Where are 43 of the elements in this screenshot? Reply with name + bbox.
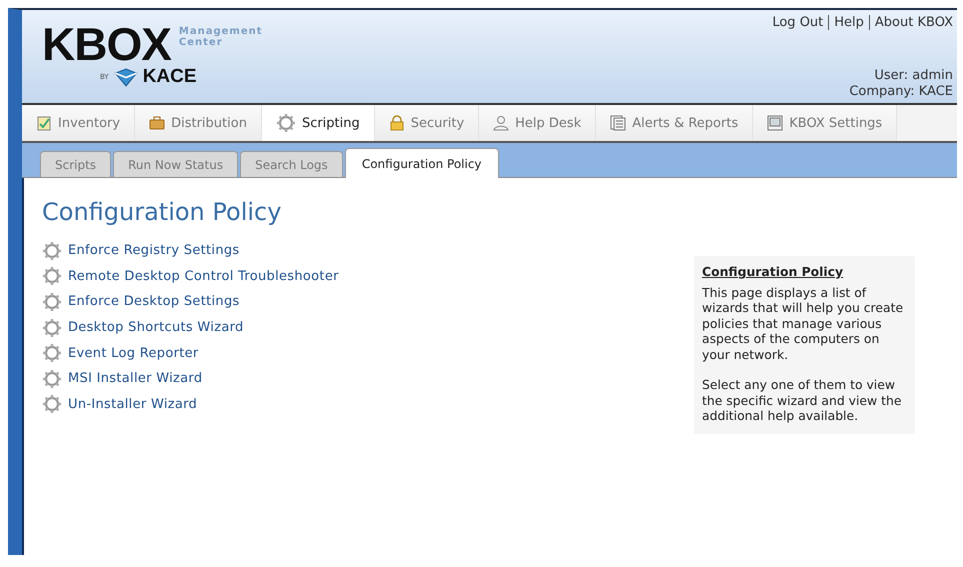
lock-icon [388,115,405,131]
header-link[interactable]: About KBOX [868,15,953,30]
logo-maker: KACE [142,66,197,88]
logo-tagline: Center [178,37,224,48]
logo-wordmark: KBOX [42,24,171,64]
nav-tab[interactable]: Inventory [22,105,136,141]
document-icon [610,115,626,131]
wizard-link[interactable]: Desktop Shortcuts Wizard [68,320,244,336]
gear-icon [42,266,62,286]
wizard-link[interactable]: Enforce Desktop Settings [68,294,240,310]
gear-icon [42,240,62,261]
nav-tab[interactable]: Alerts & Reports [596,105,754,141]
logo-tagline: Management [178,26,263,37]
briefcase-icon [149,115,166,131]
gear-icon [42,368,62,389]
wizard-link[interactable]: Remote Desktop Control Troubleshooter [68,268,339,284]
header-link[interactable]: Log Out [772,15,824,30]
nav-tab[interactable]: KBOX Settings [753,105,898,141]
wizard-link[interactable]: Un-Installer Wizard [68,396,198,412]
help-text: Select any one of them to view the specific wizard and view the additional help available. [702,377,902,424]
wizard-link[interactable]: MSI Installer Wizard [68,371,202,386]
nav-tab[interactable]: Scripting [262,105,375,141]
sub-tab[interactable]: Configuration Policy [344,148,499,178]
header-link[interactable]: Help [828,15,864,30]
page-title: Configuration Policy [42,198,282,226]
person-icon [493,115,510,131]
nav-tab[interactable]: Distribution [135,105,262,141]
gear-icon [42,292,62,312]
gear-icon [42,343,62,364]
nav-tab[interactable]: Help Desk [479,105,596,141]
company-label: Company: KACE [849,84,953,100]
nav-tab[interactable]: Security [374,105,480,141]
gear-icon [276,113,296,133]
clipboard-icon [36,115,52,131]
gear-icon [42,318,62,338]
logo-mark-icon [112,68,139,86]
wizard-link[interactable]: Enforce Registry Settings [68,243,240,258]
user-label: User: admin [874,68,953,84]
help-title: Configuration Policy [702,264,844,280]
wizard-link[interactable]: Event Log Reporter [68,346,199,361]
help-text: This page displays a list of wizards that will help you create policies that manage various aspects of the computers on your network. [702,284,904,362]
monitor-icon [767,115,784,131]
gear-icon [42,394,62,414]
